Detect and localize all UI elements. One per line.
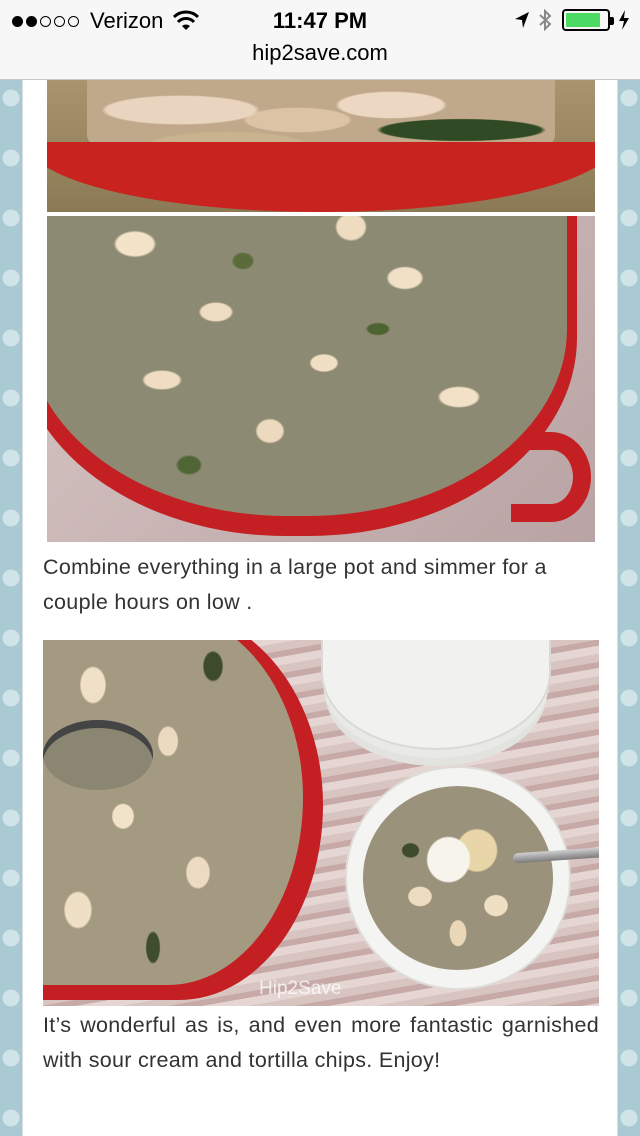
charging-bolt-icon — [619, 10, 629, 30]
caption-serving-suggestion: It’s wonderful as is, and even more fant… — [43, 1013, 599, 1072]
location-arrow-icon — [515, 12, 529, 28]
photo-watermark: Hip2Save — [259, 978, 342, 999]
address-bar-url[interactable]: hip2save.com — [0, 40, 640, 66]
caption-combine-step: Combine everything in a large pot and si… — [43, 555, 547, 614]
bluetooth-icon — [539, 9, 552, 31]
battery-icon — [562, 9, 614, 31]
photo-chicken-in-pot[interactable] — [47, 80, 595, 212]
photo-served-chili[interactable]: Hip2Save — [43, 640, 599, 1006]
page-background-right — [618, 80, 640, 1136]
status-bar: Verizon 11:47 PM hip2save.com — [0, 0, 640, 80]
photo-simmering-soup[interactable] — [47, 216, 595, 542]
article-content: Combine everything in a large pot and si… — [22, 80, 618, 1136]
page-background-left — [0, 80, 22, 1136]
battery-level-fill — [566, 13, 600, 27]
